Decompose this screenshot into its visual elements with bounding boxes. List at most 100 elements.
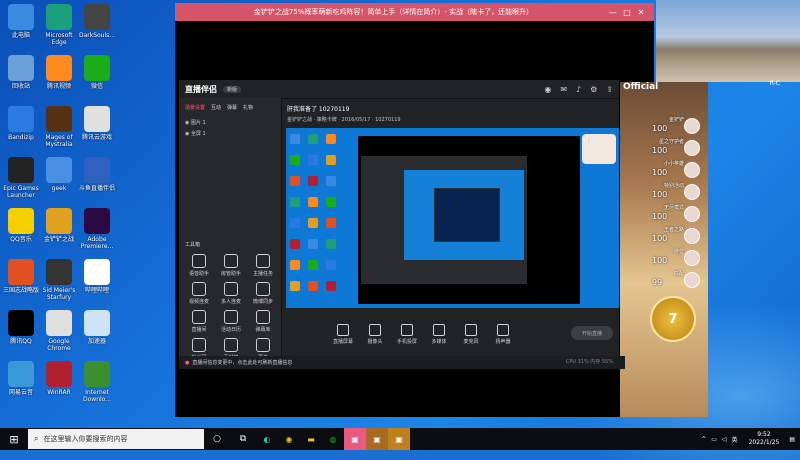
desktop-icon[interactable]: Internet Downlo...: [78, 361, 116, 403]
input-language[interactable]: 英: [732, 435, 738, 444]
desktop-icon[interactable]: 此电脑: [2, 4, 40, 39]
rank-label: 无尽模式: [663, 205, 684, 211]
scene-source-item[interactable]: ◉ 图片 1: [179, 117, 281, 128]
tft-taskbar-icon[interactable]: ▣: [366, 428, 388, 450]
file-explorer-icon[interactable]: ▬: [300, 428, 322, 450]
capture-control[interactable]: 手机投屏: [393, 324, 421, 345]
rank-score: 100: [652, 124, 668, 133]
toolbox-item[interactable]: 弹幕库: [249, 310, 277, 333]
tray-overflow-icon[interactable]: ^: [701, 436, 706, 443]
message-icon[interactable]: ✉: [560, 85, 567, 94]
bell-icon[interactable]: ♪: [576, 85, 581, 94]
desktop-icon[interactable]: 腾讯QQ: [2, 310, 40, 345]
network-icon[interactable]: ▭: [711, 436, 717, 443]
system-clock[interactable]: 9:52 2022/1/25: [749, 431, 780, 447]
douyu-taskbar-icon[interactable]: ▣: [388, 428, 410, 450]
recycle-bin-icon: [8, 55, 34, 81]
desktop-icon[interactable]: Adobe Premiere...: [78, 208, 116, 250]
scene-source-item[interactable]: ◉ 全屏 1: [179, 128, 281, 139]
toolbox-item[interactable]: 直播间: [185, 310, 213, 333]
start-live-button[interactable]: 开始直播: [571, 326, 613, 340]
task-view-icon[interactable]: ⧉: [230, 434, 256, 444]
control-label: 摄像头: [367, 339, 383, 345]
capture-control[interactable]: 摄像头: [361, 324, 389, 345]
scene-tab[interactable]: 场景设置: [185, 104, 205, 111]
avatar: [684, 118, 700, 134]
toolbox-item[interactable]: 房管助手: [217, 254, 245, 277]
desktop-icon[interactable]: 腾讯视频: [40, 55, 78, 90]
live-assistant-window: 直播伴侣 新版 ◉ ✉ ♪ ⚙ ⇪ 场景设置 互动 弹幕 礼物 ◉ 图片 1 ◉ 全屏 …: [179, 80, 625, 369]
desktop-icon[interactable]: 网易云音: [2, 361, 40, 396]
notification-icon[interactable]: ▤: [789, 436, 795, 443]
desktop-icon[interactable]: Epic Games Launcher: [2, 157, 40, 199]
tool-label: 活动日历: [220, 327, 241, 333]
avatar: [684, 250, 700, 266]
desktop-icon[interactable]: 斗鱼直播伴侣: [78, 157, 116, 192]
gear-icon[interactable]: ⚙: [590, 85, 597, 94]
desktop-icon[interactable]: 哔哩哔哩: [78, 259, 116, 294]
desktop-icon[interactable]: 微信: [78, 55, 116, 90]
desktop-icon[interactable]: 回收站: [2, 55, 40, 90]
toolbox-item[interactable]: 主播任务: [249, 254, 277, 277]
desktop-icon[interactable]: Sid Meier's Starfury: [40, 259, 78, 301]
toolbox-title: 工具箱: [185, 242, 201, 248]
stream-preview[interactable]: [286, 128, 619, 308]
desktop-icon[interactable]: 金铲铲之战: [40, 208, 78, 243]
desktop-icon-label: Mages of Mystralia: [45, 134, 73, 148]
toolbox-item[interactable]: 视频连麦: [185, 282, 213, 305]
toolbox-item[interactable]: 活动日历: [217, 310, 245, 333]
window-title: 金铲铲之战75%概率萌新吃鸡阵容！简单上手（详情在简介）- 实战（瞎卡了，还能眼…: [253, 8, 534, 16]
rank-score: 100: [652, 256, 668, 265]
bilibili-taskbar-icon[interactable]: ▣: [344, 428, 366, 450]
scene-tab[interactable]: 礼物: [243, 104, 253, 111]
minimize-button[interactable]: —: [606, 8, 620, 17]
desktop-icon-label: 加速器: [87, 338, 106, 345]
scene-tab[interactable]: 弹幕: [227, 104, 237, 111]
share-icon[interactable]: ⇪: [606, 85, 613, 94]
preview-desktop-icon: [290, 281, 300, 291]
chrome-taskbar-icon[interactable]: ◉: [278, 428, 300, 450]
rank-row: 无尽模式 100: [624, 204, 706, 222]
desktop-icon[interactable]: DarkSouls...: [78, 4, 116, 39]
rank-label: 匹配: [673, 271, 684, 277]
volume-icon[interactable]: ◁: [722, 436, 727, 443]
desktop-icon[interactable]: Google Chrome: [40, 310, 78, 352]
cortana-icon[interactable]: ○: [204, 434, 230, 444]
gold-level-button[interactable]: 7: [650, 296, 696, 342]
toolbox-item[interactable]: 语音助手: [185, 254, 213, 277]
notice-text[interactable]: 直播间信息变更中，点击此处可刷新直播信息: [192, 359, 292, 366]
desktop-icon[interactable]: Mages of Mystralia: [40, 106, 78, 148]
preview-desktop-icon: [326, 281, 336, 291]
capture-control[interactable]: 麦克风: [457, 324, 485, 345]
desktop-icon[interactable]: QQ音乐: [2, 208, 40, 243]
capture-control[interactable]: 扬声器: [489, 324, 517, 345]
avatar[interactable]: ◉: [544, 85, 551, 94]
start-button[interactable]: ⊞: [0, 433, 28, 446]
preview-desktop-icon: [308, 281, 318, 291]
desktop-icon[interactable]: geek: [40, 157, 78, 192]
capture-control[interactable]: 多媒体: [425, 324, 453, 345]
taskbar-search[interactable]: ⌕ 在这里输入你要搜索的内容: [28, 429, 204, 449]
desktop-icon[interactable]: 加速器: [78, 310, 116, 345]
edge-taskbar-icon[interactable]: ◐: [256, 428, 278, 450]
capture-control[interactable]: 直播屏幕: [329, 324, 357, 345]
tencent-video-icon: [46, 55, 72, 81]
desktop-icon[interactable]: 三国志战略版: [2, 259, 40, 294]
control-icon: [369, 324, 381, 336]
desktop-icon[interactable]: Microsoft Edge: [40, 4, 78, 46]
preview-desktop-icon: [326, 239, 336, 249]
preview-desktop-icon: [326, 155, 336, 165]
toolbox-item[interactable]: 微博同步: [249, 282, 277, 305]
desktop-icon[interactable]: Bandizip: [2, 106, 40, 141]
scene-tab[interactable]: 互动: [211, 104, 221, 111]
toolbox-item[interactable]: 多人连麦: [217, 282, 245, 305]
maximize-button[interactable]: □: [620, 8, 634, 17]
close-button[interactable]: ✕: [634, 8, 648, 17]
desktop-icon[interactable]: WinRAR: [40, 361, 78, 396]
rank-score: 100: [652, 234, 668, 243]
main-titlebar[interactable]: 金铲铲之战75%概率萌新吃鸡阵容！简单上手（详情在简介）- 实战（瞎卡了，还能眼…: [175, 3, 654, 21]
desktop-icon-label: QQ音乐: [10, 236, 32, 243]
wechat-taskbar-icon[interactable]: ◍: [322, 428, 344, 450]
desktop-icon[interactable]: 腾讯云游戏: [78, 106, 116, 141]
qq-icon: [8, 310, 34, 336]
